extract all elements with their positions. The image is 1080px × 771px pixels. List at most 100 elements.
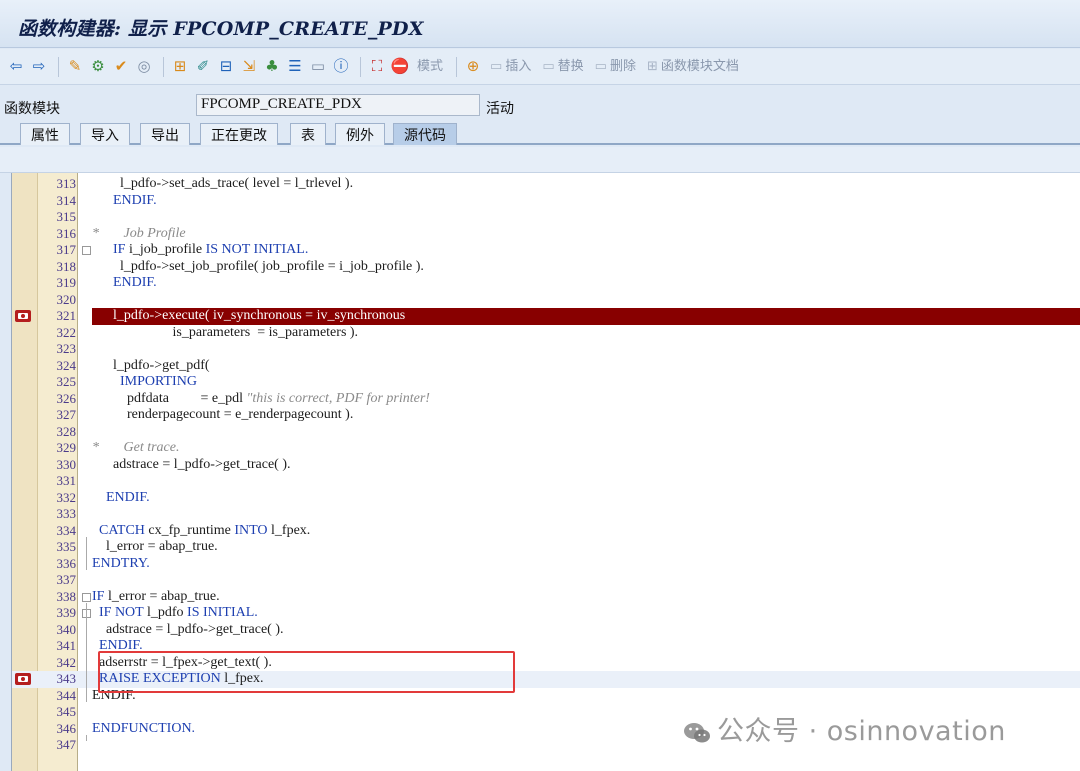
tab-tables[interactable]: 表 (290, 123, 326, 145)
code-text: ENDIF. (92, 490, 150, 507)
code-line[interactable]: 313 l_pdfo->set_ads_trace( level = l_trl… (12, 176, 1080, 193)
structure-icon[interactable]: ⊕ (463, 55, 483, 79)
doc-label: 函数模块文档 (660, 59, 739, 74)
code-line[interactable]: 325 IMPORTING (12, 374, 1080, 391)
code-text: ENDIF. (92, 193, 157, 210)
code-line[interactable]: 321 l_pdfo->execute( iv_synchronous = iv… (12, 308, 1080, 325)
code-token: ENDIF. (92, 489, 150, 505)
code-token: ENDIF. (92, 275, 157, 290)
info-icon[interactable]: ⓘ (331, 55, 351, 79)
line-number: 346 (56, 720, 77, 736)
code-token: CATCH (99, 522, 145, 538)
fold-guide-line (86, 536, 87, 570)
code-line[interactable]: 315 (12, 209, 1080, 226)
line-number: 330 (56, 456, 77, 472)
navigate-icon[interactable]: ⇲ (239, 55, 259, 79)
code-line[interactable]: 329 * Get trace. (12, 440, 1080, 457)
watermark: 公众号 · osinnovation (683, 709, 1006, 748)
code-text: CATCH cx_fp_runtime INTO l_fpex. (92, 523, 310, 540)
line-number: 323 (56, 341, 77, 356)
code-line[interactable]: 331 (12, 473, 1080, 490)
breakpoint-icon[interactable]: ⛔ (390, 55, 410, 79)
tab-export[interactable]: 导出 (140, 123, 190, 145)
code-line[interactable]: 319 ENDIF. (12, 275, 1080, 292)
code-line[interactable]: 333 (12, 506, 1080, 523)
code-token: i_job_profile (125, 242, 206, 257)
code-line[interactable]: 318 l_pdfo->set_job_profile( job_profile… (12, 259, 1080, 276)
code-token: * (92, 225, 99, 241)
display-change-icon[interactable]: ✎ (65, 55, 85, 79)
back-arrow-icon[interactable]: ⇦ (6, 55, 26, 79)
code-line[interactable]: 322 is_parameters = is_parameters ). (12, 325, 1080, 342)
tab-attributes[interactable]: 属性 (20, 123, 70, 145)
fold-toggle-icon[interactable] (82, 246, 91, 255)
code-line[interactable]: 314 ENDIF. (12, 193, 1080, 210)
delete-button[interactable]: ▭ 删除 (591, 55, 640, 79)
insert-button[interactable]: ▭ 插入 (486, 55, 535, 79)
toolbar-separator (163, 56, 164, 77)
code-line[interactable]: 317 IF i_job_profile IS NOT INITIAL. (12, 242, 1080, 259)
function-module-doc-button[interactable]: ⊞ 函数模块文档 (643, 55, 743, 79)
code-line[interactable]: 330 adstrace = l_pdfo->get_trace( ). (12, 457, 1080, 474)
tab-exceptions[interactable]: 例外 (335, 123, 385, 145)
code-line[interactable]: 340 adstrace = l_pdfo->get_trace( ). (12, 622, 1080, 639)
line-number: 340 (56, 621, 77, 637)
tab-import[interactable]: 导入 (80, 123, 130, 145)
code-token: l_fpex. (267, 522, 311, 538)
display-object-list-icon[interactable]: ☰ (285, 55, 305, 79)
code-line[interactable]: 320 (12, 292, 1080, 309)
line-number: 344 (56, 687, 77, 703)
code-line[interactable]: 328 (12, 424, 1080, 441)
line-number: 324 (56, 357, 77, 373)
code-line[interactable]: 337 (12, 572, 1080, 589)
line-number: 317 (56, 242, 77, 257)
hierarchy-icon[interactable]: ♣ (262, 55, 282, 79)
code-line[interactable]: 323 (12, 341, 1080, 358)
pattern-icon[interactable]: ✐ (193, 55, 213, 79)
line-number: 326 (56, 390, 77, 406)
tab-changing[interactable]: 正在更改 (200, 123, 278, 145)
code-line[interactable]: 324 l_pdfo->get_pdf( (12, 358, 1080, 375)
code-text: ENDIF. (92, 275, 157, 292)
line-number: 313 (56, 176, 77, 191)
tab-source-code[interactable]: 源代码 (393, 123, 457, 145)
code-line[interactable]: 338 IF l_error = abap_true. (12, 589, 1080, 606)
code-line[interactable]: 327 renderpagecount = e_renderpagecount … (12, 407, 1080, 424)
code-text: is_parameters = is_parameters ). (92, 325, 359, 342)
function-module-name-field[interactable]: FPCOMP_CREATE_PDX (196, 94, 480, 116)
enhance-icon[interactable]: ▭ (308, 55, 328, 79)
other-object-icon[interactable]: ⚙ (88, 55, 108, 79)
code-line[interactable]: 339 IF NOT l_pdfo IS INITIAL. (12, 605, 1080, 622)
object-list-icon[interactable]: ⊞ (170, 55, 190, 79)
code-token: cx_fp_runtime (144, 522, 235, 538)
activate-icon[interactable]: ✔ (111, 55, 131, 79)
code-token: ENDFUNCTION. (92, 720, 196, 736)
debug-icon[interactable]: ⛶ (367, 55, 387, 79)
code-line[interactable]: 316 * Job Profile (12, 226, 1080, 243)
test-icon[interactable]: ⊟ (216, 55, 236, 79)
code-token: l_error = abap_true. (92, 539, 218, 554)
code-token: IS NOT INITIAL. (205, 242, 309, 257)
code-token: "this is correct, PDF for printer! (246, 390, 430, 406)
code-token: IMPORTING (92, 374, 197, 389)
insert-icon: ▭ (490, 59, 503, 74)
replace-button[interactable]: ▭ 替换 (538, 55, 587, 79)
line-number: 342 (56, 654, 77, 670)
code-line[interactable]: 326 pdfdata = e_pdl "this is correct, PD… (12, 391, 1080, 408)
forward-arrow-icon[interactable]: ⇨ (29, 55, 49, 79)
where-used-icon[interactable]: ◎ (134, 55, 154, 79)
code-text: adstrace = l_pdfo->get_trace( ). (92, 457, 290, 474)
fold-toggle-icon[interactable] (82, 592, 91, 602)
code-token: IS INITIAL. (187, 605, 258, 620)
breakpoint-marker-icon[interactable] (14, 309, 32, 323)
code-line[interactable]: 335 l_error = abap_true. (12, 539, 1080, 556)
breakpoint-marker-icon[interactable] (14, 672, 32, 686)
code-line[interactable]: 334 CATCH cx_fp_runtime INTO l_fpex. (12, 523, 1080, 540)
code-line[interactable]: 332 ENDIF. (12, 490, 1080, 507)
code-line[interactable]: 336 ENDTRY. (12, 556, 1080, 573)
code-token: adstrace = l_pdfo->get_trace( ). (92, 456, 291, 472)
mode-button[interactable]: 模式 (413, 55, 447, 79)
code-text: IF l_error = abap_true. (92, 589, 220, 606)
